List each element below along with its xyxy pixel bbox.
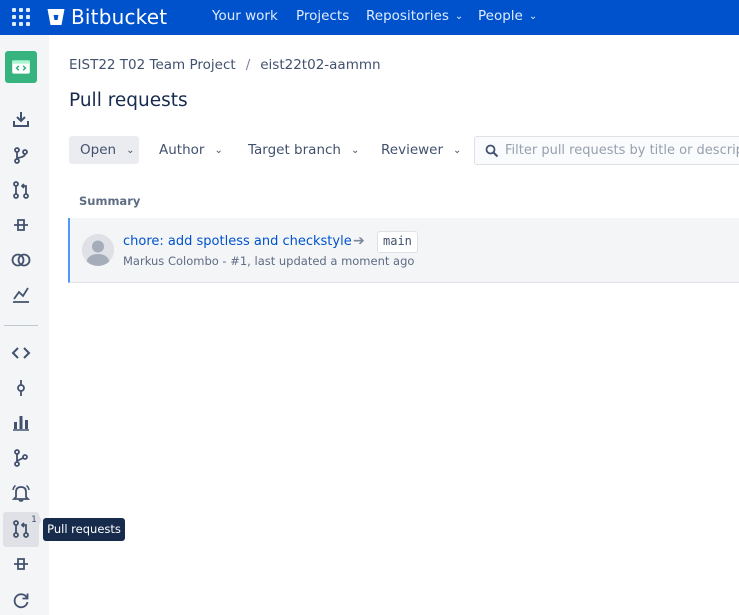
chevron-down-icon: ⌄	[453, 144, 462, 156]
pull-request-icon[interactable]	[6, 175, 36, 205]
source-icon[interactable]	[6, 338, 36, 368]
pipelines-icon[interactable]	[6, 549, 36, 579]
avatar[interactable]	[82, 234, 114, 266]
sidebar-divider	[4, 325, 38, 326]
target-branch-lozenge: main	[377, 231, 418, 253]
breadcrumb-separator: /	[245, 57, 251, 73]
chevron-down-icon: ⌄	[528, 11, 538, 22]
target-branch-filter[interactable]: Target branch ⌄	[240, 136, 367, 164]
column-header-summary[interactable]: Summary	[79, 194, 140, 208]
pull-request-search[interactable]	[474, 136, 739, 165]
branch-merge-icon[interactable]	[6, 140, 36, 170]
nav-projects[interactable]: Projects	[296, 8, 349, 24]
pull-request-meta: Markus Colombo - #1, last updated a mome…	[123, 254, 415, 268]
search-icon	[485, 144, 499, 158]
chevron-down-icon: ⌄	[350, 144, 360, 156]
download-icon[interactable]	[6, 104, 36, 134]
project-avatar[interactable]	[5, 51, 37, 83]
deployments-icon[interactable]	[6, 245, 36, 275]
arrow-right-icon: ➔	[353, 233, 365, 249]
chevron-down-icon: ⌄	[454, 11, 464, 22]
chevron-down-icon: ⌄	[214, 144, 223, 156]
search-input[interactable]	[505, 137, 739, 164]
state-filter[interactable]: Open ⌄	[69, 136, 139, 164]
branches-icon[interactable]	[6, 443, 36, 473]
reviewer-filter[interactable]: Reviewer ⌄	[373, 136, 469, 164]
nav-people[interactable]: People ⌄	[478, 8, 537, 24]
chevron-down-icon: ⌄	[126, 144, 135, 156]
nav-your-work[interactable]: Your work	[212, 8, 278, 24]
breadcrumb-project[interactable]: EIST22 T02 Team Project	[69, 57, 236, 73]
insights-icon[interactable]	[6, 279, 36, 309]
pipeline-icon[interactable]	[6, 210, 36, 240]
breadcrumb: EIST22 T02 Team Project / eist22t02-aammn	[69, 57, 381, 73]
sidebar-tooltip: Pull requests	[43, 518, 125, 541]
app-switcher-icon[interactable]	[12, 8, 30, 26]
bell-icon[interactable]	[6, 478, 36, 508]
pull-request-title[interactable]: chore: add spotless and checkstyle	[123, 234, 352, 249]
reports-icon[interactable]	[6, 407, 36, 437]
code-repo-icon	[12, 60, 30, 74]
bitbucket-logo[interactable]: Bitbucket	[46, 4, 167, 30]
commits-icon[interactable]	[6, 373, 36, 403]
table-row[interactable]: chore: add spotless and checkstyle ➔ mai…	[68, 218, 739, 283]
nav-repositories[interactable]: Repositories ⌄	[366, 8, 463, 24]
top-navigation: Bitbucket Your work Projects Repositorie…	[0, 0, 739, 35]
pull-request-count-badge: 1	[27, 514, 41, 526]
sidebar: 1	[0, 35, 49, 615]
logo-text: Bitbucket	[71, 5, 168, 29]
author-filter[interactable]: Author ⌄	[151, 136, 231, 164]
bitbucket-logo-icon	[47, 9, 65, 25]
breadcrumb-repository[interactable]: eist22t02-aammn	[260, 57, 380, 73]
page-title: Pull requests	[69, 90, 188, 111]
user-avatar-icon	[82, 234, 114, 266]
sync-icon[interactable]	[6, 585, 36, 615]
